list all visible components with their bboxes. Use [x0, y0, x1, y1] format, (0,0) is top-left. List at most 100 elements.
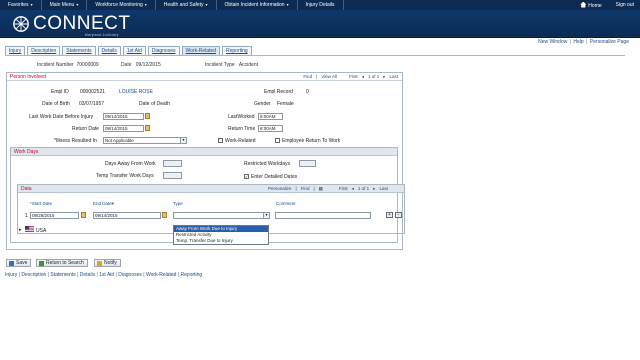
tab-work-related[interactable]: Work-Related	[181, 46, 220, 55]
restricted-workdays-input[interactable]	[299, 160, 316, 167]
last-worked-input[interactable]: 8:00AM	[258, 113, 283, 120]
return-date-label: Return Date	[72, 126, 99, 132]
work-days-header: Work Days	[11, 148, 397, 156]
dod-label: Date of Death	[139, 101, 170, 107]
days-away-input[interactable]	[163, 160, 182, 167]
col-start-date[interactable]: *Start Date	[30, 201, 52, 206]
type-dropdown-list[interactable]: Away From Work Due to Injury Restricted …	[173, 225, 269, 245]
find-link[interactable]: Find	[301, 186, 310, 192]
notify-button[interactable]: Notify	[94, 259, 121, 267]
tab-description[interactable]: Description	[27, 46, 61, 55]
work-related-label: Work-Related	[225, 138, 256, 144]
tab-divider	[5, 55, 625, 56]
favorites-menu[interactable]: Favorites ▾	[0, 0, 42, 10]
personalize-link[interactable]: Personalize	[268, 186, 292, 192]
footer-link-reporting[interactable]: Reporting	[181, 272, 203, 278]
breadcrumb-health-safety[interactable]: Health and Safety ▾	[156, 0, 217, 10]
footer-link-details[interactable]: Details	[80, 272, 95, 278]
end-date-input[interactable]: 09/14/2015	[93, 212, 161, 219]
home-icon	[580, 1, 587, 8]
footer-link-1st-aid[interactable]: 1st Aid	[99, 272, 114, 278]
person-nav: Find | View All First ◂ 1 of 1 ▸ Last	[303, 74, 398, 80]
chevron-down-icon: ▾	[286, 2, 289, 7]
expand-icon[interactable]: ▸	[19, 227, 22, 233]
col-type[interactable]: Type	[173, 201, 183, 206]
home-label: Home	[588, 2, 602, 9]
tab-injury[interactable]: Injury	[5, 46, 26, 55]
brand-header: CONNECT Maryland Judiciary	[0, 10, 640, 38]
data-grid-nav: Personalize | Find | ▦ First ◂ 1 of 1 ▸ Las…	[268, 186, 388, 192]
last-work-date-input[interactable]: 09/14/2015	[103, 113, 144, 120]
col-end-date[interactable]: End Date▾	[93, 201, 114, 207]
breadcrumb-obtain-incident[interactable]: Obtain Incident Information ▾	[217, 0, 298, 10]
next-icon[interactable]: ▸	[383, 74, 385, 80]
last-link[interactable]: Last	[389, 74, 398, 80]
enter-detailed-dates-label: Enter Detailed Dates	[251, 174, 298, 180]
separator: |	[313, 186, 315, 191]
dob-label: Date of Birth	[42, 101, 70, 107]
find-link[interactable]: Find	[303, 74, 312, 80]
chevron-down-icon: ▼	[180, 138, 186, 143]
type-select[interactable]: ▼	[173, 212, 270, 219]
first-link[interactable]: First	[339, 186, 348, 192]
tab-details[interactable]: Details	[97, 46, 121, 55]
calendar-icon[interactable]	[145, 125, 150, 131]
chevron-down-icon: ▾	[30, 2, 33, 7]
breadcrumb-injury-details[interactable]: Injury Details	[298, 0, 344, 10]
first-link[interactable]: First	[349, 74, 358, 80]
tab-statements[interactable]: Statements	[62, 46, 96, 55]
chevron-down-icon: ▾	[144, 2, 147, 7]
save-icon	[9, 260, 14, 266]
prev-icon[interactable]: ◂	[362, 74, 364, 80]
calendar-icon[interactable]	[81, 212, 86, 218]
return-to-work-checkbox[interactable]	[275, 138, 280, 143]
incident-number-value: 70000009	[76, 62, 99, 68]
type-option-temp-transfer[interactable]: Temp. Transfer Due to Injury	[174, 238, 268, 244]
emplid-label: Empl ID	[51, 89, 69, 95]
save-button[interactable]: Save	[6, 259, 32, 267]
footer-link-diagnoses[interactable]: Diagnoses	[118, 272, 142, 278]
add-row-button[interactable]: +	[386, 212, 393, 218]
tab-diagnoses[interactable]: Diagnoses	[147, 46, 180, 55]
incident-date-value: 09/12/2015	[135, 62, 161, 68]
return-time-input[interactable]: 8:00AM	[258, 125, 283, 132]
col-comment[interactable]: Comment	[276, 201, 296, 206]
illness-resulted-select[interactable]: Not Applicable ▼	[103, 137, 187, 144]
footer-link-description[interactable]: Description	[21, 272, 46, 278]
calendar-icon[interactable]	[162, 212, 167, 218]
download-icon[interactable]: ▦	[319, 186, 323, 192]
home-link[interactable]: Home	[580, 1, 602, 9]
return-to-search-button[interactable]: Return to Search	[36, 259, 88, 267]
return-date-input[interactable]: 09/14/2015	[103, 125, 144, 132]
next-icon[interactable]: ▸	[373, 186, 375, 192]
new-window-link[interactable]: New Window	[538, 39, 567, 45]
last-link[interactable]: Last	[379, 186, 388, 192]
tab-reporting[interactable]: Reporting	[221, 46, 252, 55]
tab-1st-aid[interactable]: 1st Aid	[122, 46, 146, 55]
view-all-link[interactable]: View All	[321, 74, 337, 80]
breadcrumb-workforce-monitoring[interactable]: Workforce Monitoring ▾	[87, 0, 156, 10]
connect-logo-icon	[13, 16, 29, 32]
help-link[interactable]: Help	[573, 39, 583, 45]
gender-value: Female	[277, 101, 294, 107]
enter-detailed-dates-checkbox[interactable]: ✓	[244, 174, 249, 179]
empl-record-label: Empl Record	[264, 89, 293, 95]
footer-link-injury[interactable]: Injury	[5, 272, 17, 278]
calendar-icon[interactable]	[145, 113, 150, 119]
sign-out-link[interactable]: Sign out	[616, 2, 634, 8]
footer-link-work-related[interactable]: Work-Related	[146, 272, 176, 278]
temp-transfer-input[interactable]	[163, 172, 182, 179]
delete-row-button[interactable]: −	[395, 212, 402, 218]
illness-resulted-value: Not Applicable	[105, 138, 134, 143]
start-date-input[interactable]: 09/26/2015	[30, 212, 79, 219]
work-related-checkbox[interactable]	[218, 138, 223, 143]
employee-name: LOUISE ROSE	[119, 89, 153, 95]
separator: |	[316, 74, 318, 79]
main-menu-label: Main Menu	[49, 2, 75, 8]
main-menu[interactable]: Main Menu ▾	[42, 0, 88, 10]
prev-icon[interactable]: ◂	[352, 186, 354, 192]
footer-link-statements[interactable]: Statements	[50, 272, 75, 278]
comment-input[interactable]	[275, 212, 371, 219]
personalize-page-link[interactable]: Personalize Page	[590, 39, 629, 45]
dob-value: 03/07/1957	[79, 101, 105, 107]
